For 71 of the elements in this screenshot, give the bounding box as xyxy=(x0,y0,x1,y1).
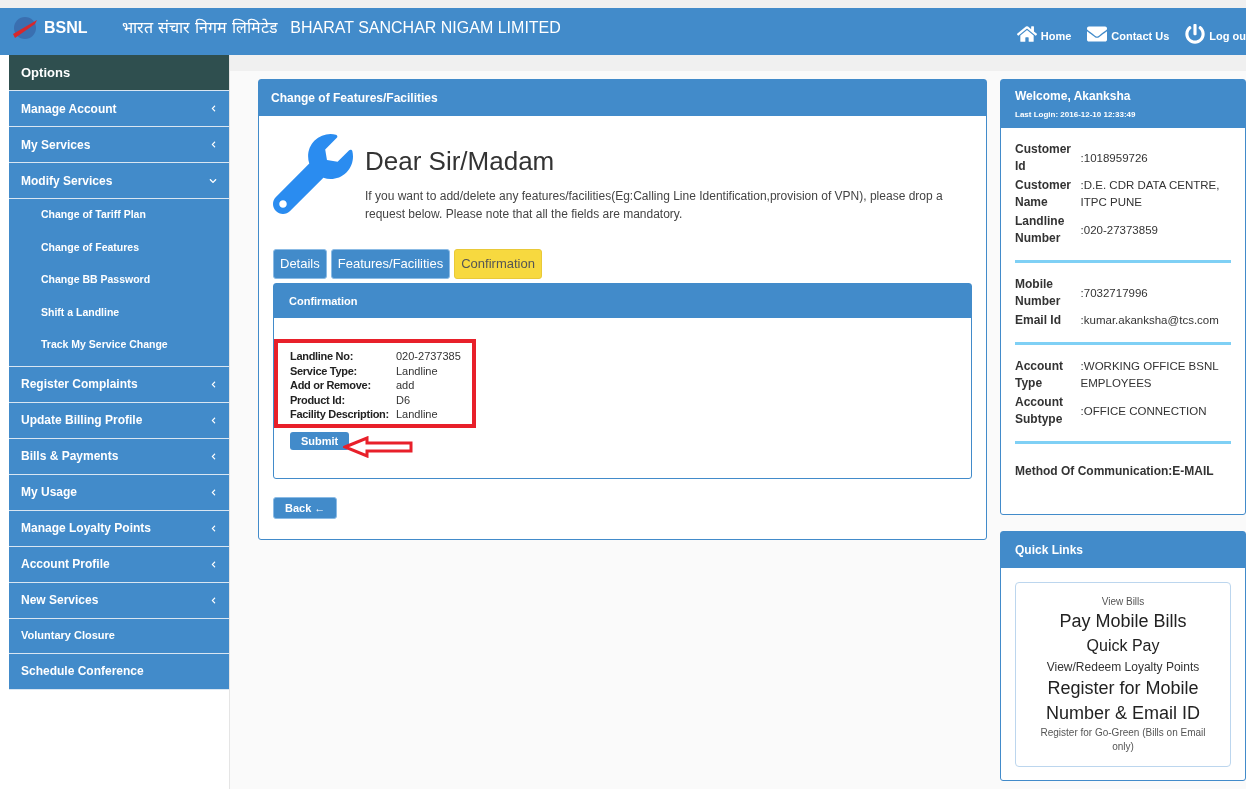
info-label: Mobile Number xyxy=(1015,276,1062,310)
chevron-left-icon xyxy=(210,560,217,568)
wrench-icon xyxy=(273,134,353,214)
chevron-left-icon xyxy=(210,596,217,604)
submenu-link[interactable]: Track My Service Change xyxy=(41,337,168,354)
chevron-left-icon xyxy=(210,416,217,424)
home-icon xyxy=(1016,24,1037,44)
last-login-text: Last Login: 2016-12-10 12:33:49 xyxy=(1015,109,1137,121)
hindi-title: भारत संचार निगम लिमिटेड xyxy=(122,17,279,39)
chevron-left-icon xyxy=(210,524,217,532)
panel-title: Change of Features/Facilities xyxy=(271,90,438,107)
header-nav-link[interactable]: Home xyxy=(1016,24,1072,44)
quick-link[interactable]: View Bills xyxy=(1038,595,1208,609)
step-tab[interactable]: Details xyxy=(273,249,327,279)
card-title: Confirmation xyxy=(289,293,358,309)
submenu-link[interactable]: Change of Features xyxy=(41,239,140,256)
arrow-icon xyxy=(343,435,414,458)
field-value: D6 xyxy=(396,392,411,407)
field-value: add xyxy=(396,378,415,393)
field-label: Add or Remove: xyxy=(290,378,372,393)
power-icon xyxy=(1185,24,1206,44)
field-label: Product Id: xyxy=(290,392,346,407)
info-value: :7032717996 xyxy=(1080,285,1149,301)
logo-text: BSNL xyxy=(44,18,88,38)
envelope-icon xyxy=(1087,24,1108,44)
submenu-link[interactable]: Change BB Password xyxy=(41,272,151,289)
logo-icon xyxy=(10,14,40,42)
submit-button[interactable]: Submit xyxy=(290,432,350,450)
quick-link[interactable]: Quick Pay xyxy=(1086,634,1160,658)
info-value: :OFFICE CONNECTION xyxy=(1080,403,1208,419)
step-tab[interactable]: Features/Facilities xyxy=(330,249,451,279)
info-value: :WORKING OFFICE BSNL EMPLOYEES xyxy=(1080,359,1220,391)
panel-title: Quick Links xyxy=(1015,542,1084,559)
info-label: Account Type xyxy=(1015,358,1064,392)
info-label: Account Subtype xyxy=(1015,394,1064,428)
field-label: Landline No: xyxy=(290,349,354,364)
info-value: :kumar.akanksha@tcs.com xyxy=(1080,313,1220,328)
quick-link[interactable]: Register for Go-Green (Bills on Email only) xyxy=(1038,726,1208,754)
communication-method: Method Of Communication:E-MAIL xyxy=(1015,463,1215,480)
greeting-heading: Dear Sir/Madam xyxy=(365,145,556,178)
info-value: :D.E. CDR DATA CENTRE, ITPC PUNE xyxy=(1080,178,1221,210)
field-label: Facility Description: xyxy=(290,407,390,422)
field-value: Landline xyxy=(396,363,438,378)
intro-text: If you want to add/delete any features/facilities(Eg:Calling Line Identification,provision of VPN), please drop a request below. Please note that all the fields are mandatory. xyxy=(365,188,944,223)
quick-link[interactable]: View/Redeem Loyalty Points xyxy=(1046,658,1200,676)
step-tab[interactable]: Confirmation xyxy=(454,249,542,279)
quick-link[interactable]: Register for Mobile Number & Email ID xyxy=(1038,676,1208,726)
welcome-text: Welcome, Akanksha xyxy=(1015,88,1132,105)
info-label: Customer Id xyxy=(1015,141,1072,175)
info-label: Landline Number xyxy=(1015,213,1066,247)
info-value: :020-27373859 xyxy=(1080,222,1159,238)
back-button[interactable]: Back ← xyxy=(273,497,338,519)
chevron-left-icon xyxy=(210,105,217,112)
sidebar-title: Options xyxy=(9,55,229,91)
chevron-left-icon xyxy=(210,452,217,460)
chevron-left-icon xyxy=(210,141,217,148)
field-value: 020-2737385 xyxy=(396,349,461,364)
chevron-left-icon xyxy=(210,380,217,388)
quick-link[interactable]: Pay Mobile Bills xyxy=(1038,609,1208,634)
submenu-link[interactable]: Shift a Landline xyxy=(41,304,120,321)
field-value: Landline xyxy=(396,407,438,422)
chevron-left-icon xyxy=(210,488,217,496)
field-label: Service Type: xyxy=(290,363,358,378)
site-title: BHARAT SANCHAR NIGAM LIMITED xyxy=(290,18,561,38)
header-nav-link[interactable]: Contact Us xyxy=(1087,24,1170,44)
info-value: :1018959726 xyxy=(1080,150,1149,166)
info-label: Customer Name xyxy=(1015,177,1072,211)
chevron-down-icon xyxy=(209,176,217,185)
submenu-link[interactable]: Change of Tariff Plan xyxy=(41,207,146,224)
info-label: Email Id xyxy=(1015,312,1062,329)
header-nav-link[interactable]: Log ou xyxy=(1185,24,1246,44)
